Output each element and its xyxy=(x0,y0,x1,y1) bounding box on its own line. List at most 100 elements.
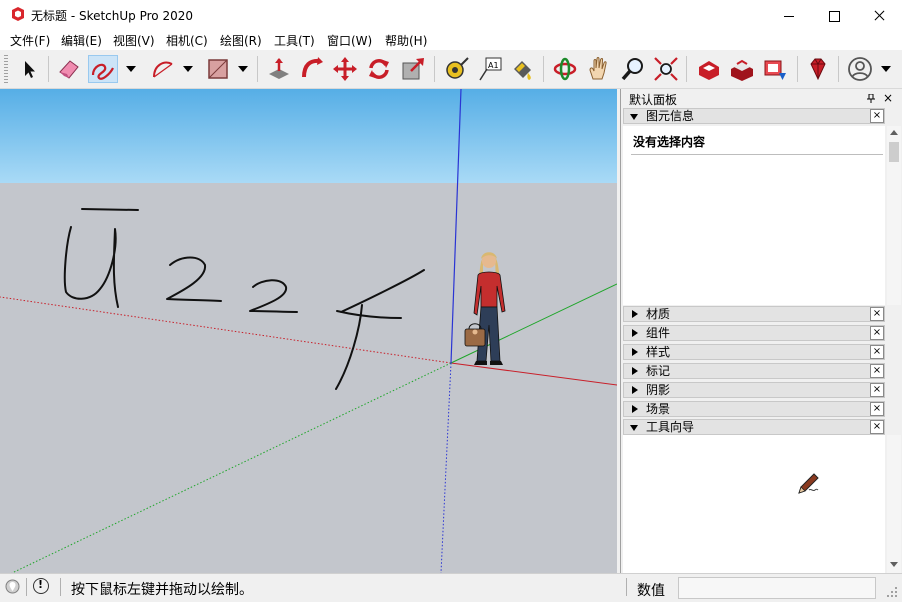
sketchup-window: 无标题 - SketchUp Pro 2020 文件(F) 编辑(E) 视图(V… xyxy=(0,0,902,602)
pencil-icon xyxy=(798,473,819,494)
toolbar-separator xyxy=(257,56,258,82)
expand-caret-icon xyxy=(632,329,638,337)
menu-file[interactable]: 文件(F) xyxy=(10,32,50,49)
panel-title: 默认面板 xyxy=(629,93,678,107)
measurements-label: 数值 xyxy=(637,583,665,599)
tray-entity-info[interactable]: 图元信息 × xyxy=(623,108,885,124)
warehouse-icon[interactable] xyxy=(695,55,723,83)
main-toolbar: A1 xyxy=(0,50,902,89)
rotate-icon[interactable] xyxy=(365,55,393,83)
menu-draw[interactable]: 绘图(R) xyxy=(220,32,262,49)
maximize-button[interactable] xyxy=(811,0,857,30)
menu-edit[interactable]: 编辑(E) xyxy=(61,32,102,49)
account-dropdown-arrow[interactable] xyxy=(881,66,891,72)
menu-help[interactable]: 帮助(H) xyxy=(385,32,427,49)
paint-bucket-icon[interactable] xyxy=(508,55,536,83)
entity-info-message: 没有选择内容 xyxy=(633,135,706,149)
info-icon[interactable] xyxy=(33,578,49,594)
scroll-up-arrow-icon[interactable] xyxy=(890,130,898,135)
tray-close-button[interactable]: × xyxy=(870,383,884,397)
arc-icon[interactable] xyxy=(149,55,177,83)
rectangle-dropdown-arrow[interactable] xyxy=(238,66,248,72)
sketchup-logo-icon xyxy=(12,7,24,21)
toolbar-separator xyxy=(686,56,687,82)
extension-warehouse-icon[interactable] xyxy=(728,55,756,83)
tray-styles[interactable]: 样式 × xyxy=(623,344,885,360)
menu-bar: 文件(F) 编辑(E) 视图(V) 相机(C) 绘图(R) 工具(T) 窗口(W… xyxy=(0,30,902,50)
tray-close-button[interactable]: × xyxy=(870,345,884,359)
expand-caret-icon xyxy=(632,367,638,375)
panel-header: 默认面板 × xyxy=(621,89,902,107)
tray-label: 场景 xyxy=(646,402,671,416)
tray-close-button[interactable]: × xyxy=(870,402,884,416)
freehand-dropdown-arrow[interactable] xyxy=(126,66,136,72)
tray-label: 工具向导 xyxy=(646,420,695,434)
tray-label: 材质 xyxy=(646,307,671,321)
scroll-down-arrow-icon[interactable] xyxy=(890,562,898,567)
menu-camera[interactable]: 相机(C) xyxy=(166,32,208,49)
freehand-icon[interactable] xyxy=(88,55,118,83)
zoom-extents-icon[interactable] xyxy=(652,55,680,83)
select-icon[interactable] xyxy=(15,55,43,83)
tray-components[interactable]: 组件 × xyxy=(623,325,885,341)
entity-scrollbar[interactable] xyxy=(887,126,901,305)
account-icon[interactable] xyxy=(846,55,874,83)
expand-caret-icon xyxy=(632,405,638,413)
extension-manager-icon[interactable] xyxy=(804,55,832,83)
tray-close-button[interactable]: × xyxy=(870,364,884,378)
follow-me-icon[interactable] xyxy=(298,55,326,83)
instructor-scrollbar[interactable] xyxy=(887,435,901,573)
pin-icon[interactable] xyxy=(867,94,875,103)
menu-tools[interactable]: 工具(T) xyxy=(274,32,315,49)
default-tray-panel: 默认面板 × 图元信息 × 没有选择内容 材质 × 组件 × 样式 × 标记 ×… xyxy=(620,89,902,573)
tray-label: 组件 xyxy=(646,326,671,340)
expand-caret-icon xyxy=(632,386,638,394)
resize-grip-icon[interactable] xyxy=(884,584,898,598)
panel-close-button[interactable]: × xyxy=(883,92,893,104)
tray-shadows[interactable]: 阴影 × xyxy=(623,382,885,398)
status-separator xyxy=(26,578,27,596)
svg-text:A1: A1 xyxy=(488,61,499,70)
rectangle-icon[interactable] xyxy=(204,55,232,83)
text-icon[interactable]: A1 xyxy=(476,55,504,83)
tray-scenes[interactable]: 场景 × xyxy=(623,401,885,417)
tray-tags[interactable]: 标记 × xyxy=(623,363,885,379)
geo-location-icon[interactable] xyxy=(5,579,20,594)
pan-icon[interactable] xyxy=(585,55,613,83)
status-separator xyxy=(60,578,61,596)
divider xyxy=(631,154,883,155)
tray-close-button[interactable]: × xyxy=(870,307,884,321)
tray-instructor[interactable]: 工具向导 × xyxy=(623,419,885,435)
arc-dropdown-arrow[interactable] xyxy=(183,66,193,72)
model-canvas[interactable] xyxy=(0,89,617,573)
tray-close-button[interactable]: × xyxy=(870,420,884,434)
tape-measure-icon[interactable] xyxy=(443,55,471,83)
minimize-button[interactable] xyxy=(766,0,812,30)
sky-background xyxy=(0,89,617,183)
scale-icon[interactable] xyxy=(399,55,427,83)
menu-window[interactable]: 窗口(W) xyxy=(327,32,372,49)
move-icon[interactable] xyxy=(331,55,359,83)
toolbar-separator xyxy=(797,56,798,82)
measurements-input[interactable] xyxy=(678,577,876,599)
toolbar-separator xyxy=(838,56,839,82)
title-bar: 无标题 - SketchUp Pro 2020 xyxy=(0,0,902,30)
status-message: 按下鼠标左键并拖动以绘制。 xyxy=(71,582,253,598)
tray-materials[interactable]: 材质 × xyxy=(623,306,885,322)
menu-view[interactable]: 视图(V) xyxy=(113,32,155,49)
tray-close-button[interactable]: × xyxy=(870,326,884,340)
close-window-button[interactable] xyxy=(856,0,902,30)
zoom-icon[interactable] xyxy=(619,55,647,83)
tray-label: 标记 xyxy=(646,364,671,378)
tray-close-button[interactable]: × xyxy=(870,109,884,123)
tray-label: 图元信息 xyxy=(646,109,695,123)
drawing-viewport[interactable] xyxy=(0,89,617,573)
scroll-thumb[interactable] xyxy=(889,142,899,162)
toolbar-grip[interactable] xyxy=(4,55,8,83)
push-pull-icon[interactable] xyxy=(265,55,293,83)
layout-icon[interactable] xyxy=(761,55,789,83)
eraser-icon[interactable] xyxy=(55,55,83,83)
orbit-icon[interactable] xyxy=(551,55,579,83)
status-separator xyxy=(626,578,627,596)
tray-label: 样式 xyxy=(646,345,671,359)
